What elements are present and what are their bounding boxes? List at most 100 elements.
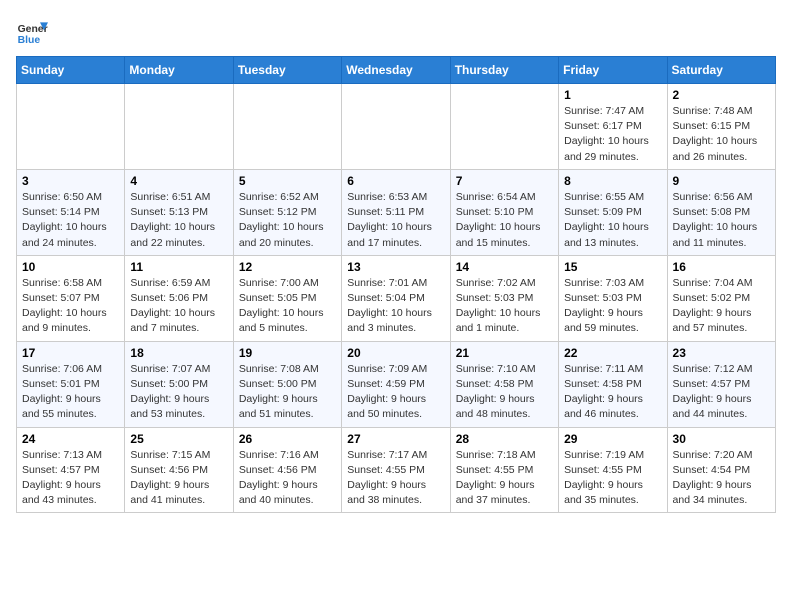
day-number: 17 (22, 346, 119, 360)
weekday-header-cell: Thursday (450, 57, 558, 84)
weekday-header-cell: Monday (125, 57, 233, 84)
day-info: Sunrise: 7:16 AMSunset: 4:56 PMDaylight:… (239, 448, 336, 509)
calendar-cell: 29 Sunrise: 7:19 AMSunset: 4:55 PMDayligh… (559, 427, 667, 513)
logo-icon: General Blue (16, 16, 48, 48)
calendar-cell: 30 Sunrise: 7:20 AMSunset: 4:54 PMDayligh… (667, 427, 775, 513)
calendar-body: 1 Sunrise: 7:47 AMSunset: 6:17 PMDaylight… (17, 84, 776, 513)
day-info: Sunrise: 6:50 AMSunset: 5:14 PMDaylight:… (22, 190, 119, 251)
day-number: 7 (456, 174, 553, 188)
calendar-cell: 26 Sunrise: 7:16 AMSunset: 4:56 PMDayligh… (233, 427, 341, 513)
day-number: 24 (22, 432, 119, 446)
day-number: 26 (239, 432, 336, 446)
calendar-cell: 17 Sunrise: 7:06 AMSunset: 5:01 PMDayligh… (17, 341, 125, 427)
day-number: 29 (564, 432, 661, 446)
day-info: Sunrise: 7:03 AMSunset: 5:03 PMDaylight:… (564, 276, 661, 337)
weekday-header-cell: Friday (559, 57, 667, 84)
calendar-cell: 12 Sunrise: 7:00 AMSunset: 5:05 PMDayligh… (233, 255, 341, 341)
weekday-header-row: SundayMondayTuesdayWednesdayThursdayFrid… (17, 57, 776, 84)
day-number: 19 (239, 346, 336, 360)
calendar-cell: 4Sunrise: 6:51 AMSunset: 5:13 PMDaylight… (125, 169, 233, 255)
calendar-cell: 5 Sunrise: 6:52 AMSunset: 5:12 PMDaylight… (233, 169, 341, 255)
day-number: 23 (673, 346, 770, 360)
day-info: Sunrise: 6:54 AMSunset: 5:10 PMDaylight:… (456, 190, 553, 251)
calendar-cell: 22 Sunrise: 7:11 AMSunset: 4:58 PMDayligh… (559, 341, 667, 427)
day-number: 16 (673, 260, 770, 274)
calendar-cell: 10 Sunrise: 6:58 AMSunset: 5:07 PMDayligh… (17, 255, 125, 341)
calendar-cell: 19 Sunrise: 7:08 AMSunset: 5:00 PMDayligh… (233, 341, 341, 427)
day-info: Sunrise: 7:19 AMSunset: 4:55 PMDaylight:… (564, 448, 661, 509)
weekday-header-cell: Saturday (667, 57, 775, 84)
day-info: Sunrise: 6:59 AMSunset: 5:06 PMDaylight:… (130, 276, 227, 337)
day-info: Sunrise: 7:47 AMSunset: 6:17 PMDaylight:… (564, 104, 661, 165)
day-info: Sunrise: 7:17 AMSunset: 4:55 PMDaylight:… (347, 448, 444, 509)
day-number: 15 (564, 260, 661, 274)
day-number: 11 (130, 260, 227, 274)
day-number: 9 (673, 174, 770, 188)
calendar-cell: 28 Sunrise: 7:18 AMSunset: 4:55 PMDayligh… (450, 427, 558, 513)
day-info: Sunrise: 7:12 AMSunset: 4:57 PMDaylight:… (673, 362, 770, 423)
day-number: 12 (239, 260, 336, 274)
weekday-header-cell: Wednesday (342, 57, 450, 84)
svg-text:Blue: Blue (18, 35, 41, 46)
calendar-cell (125, 84, 233, 170)
calendar-cell: 21 Sunrise: 7:10 AMSunset: 4:58 PMDayligh… (450, 341, 558, 427)
calendar-cell: 3Sunrise: 6:50 AMSunset: 5:14 PMDaylight… (17, 169, 125, 255)
calendar-week-row: 10 Sunrise: 6:58 AMSunset: 5:07 PMDayligh… (17, 255, 776, 341)
logo: General Blue (16, 16, 48, 48)
calendar-cell (450, 84, 558, 170)
calendar-cell: 27 Sunrise: 7:17 AMSunset: 4:55 PMDayligh… (342, 427, 450, 513)
day-info: Sunrise: 7:06 AMSunset: 5:01 PMDaylight:… (22, 362, 119, 423)
calendar-cell: 2 Sunrise: 7:48 AMSunset: 6:15 PMDaylight… (667, 84, 775, 170)
calendar-week-row: 24 Sunrise: 7:13 AMSunset: 4:57 PMDayligh… (17, 427, 776, 513)
day-number: 25 (130, 432, 227, 446)
calendar-cell: 9 Sunrise: 6:56 AMSunset: 5:08 PMDaylight… (667, 169, 775, 255)
day-info: Sunrise: 6:55 AMSunset: 5:09 PMDaylight:… (564, 190, 661, 251)
calendar-cell (342, 84, 450, 170)
day-info: Sunrise: 7:09 AMSunset: 4:59 PMDaylight:… (347, 362, 444, 423)
calendar-cell: 6Sunrise: 6:53 AMSunset: 5:11 PMDaylight… (342, 169, 450, 255)
day-number: 10 (22, 260, 119, 274)
page-header: General Blue (16, 16, 776, 48)
calendar-week-row: 17 Sunrise: 7:06 AMSunset: 5:01 PMDayligh… (17, 341, 776, 427)
day-number: 28 (456, 432, 553, 446)
day-number: 8 (564, 174, 661, 188)
day-info: Sunrise: 6:58 AMSunset: 5:07 PMDaylight:… (22, 276, 119, 337)
day-info: Sunrise: 7:11 AMSunset: 4:58 PMDaylight:… (564, 362, 661, 423)
day-number: 6 (347, 174, 444, 188)
calendar-cell: 1 Sunrise: 7:47 AMSunset: 6:17 PMDaylight… (559, 84, 667, 170)
calendar-table: SundayMondayTuesdayWednesdayThursdayFrid… (16, 56, 776, 513)
calendar-cell: 8 Sunrise: 6:55 AMSunset: 5:09 PMDaylight… (559, 169, 667, 255)
calendar-cell: 15 Sunrise: 7:03 AMSunset: 5:03 PMDayligh… (559, 255, 667, 341)
calendar-cell: 25 Sunrise: 7:15 AMSunset: 4:56 PMDayligh… (125, 427, 233, 513)
day-number: 22 (564, 346, 661, 360)
calendar-cell (233, 84, 341, 170)
day-info: Sunrise: 7:13 AMSunset: 4:57 PMDaylight:… (22, 448, 119, 509)
weekday-header-cell: Sunday (17, 57, 125, 84)
day-number: 2 (673, 88, 770, 102)
day-info: Sunrise: 7:15 AMSunset: 4:56 PMDaylight:… (130, 448, 227, 509)
day-number: 30 (673, 432, 770, 446)
day-number: 21 (456, 346, 553, 360)
day-number: 14 (456, 260, 553, 274)
day-info: Sunrise: 7:07 AMSunset: 5:00 PMDaylight:… (130, 362, 227, 423)
calendar-cell: 11 Sunrise: 6:59 AMSunset: 5:06 PMDayligh… (125, 255, 233, 341)
day-number: 13 (347, 260, 444, 274)
day-number: 1 (564, 88, 661, 102)
calendar-cell: 20 Sunrise: 7:09 AMSunset: 4:59 PMDayligh… (342, 341, 450, 427)
calendar-week-row: 3Sunrise: 6:50 AMSunset: 5:14 PMDaylight… (17, 169, 776, 255)
day-info: Sunrise: 6:56 AMSunset: 5:08 PMDaylight:… (673, 190, 770, 251)
day-number: 5 (239, 174, 336, 188)
day-number: 27 (347, 432, 444, 446)
day-info: Sunrise: 7:10 AMSunset: 4:58 PMDaylight:… (456, 362, 553, 423)
day-info: Sunrise: 7:08 AMSunset: 5:00 PMDaylight:… (239, 362, 336, 423)
day-info: Sunrise: 6:52 AMSunset: 5:12 PMDaylight:… (239, 190, 336, 251)
day-info: Sunrise: 7:01 AMSunset: 5:04 PMDaylight:… (347, 276, 444, 337)
day-info: Sunrise: 7:18 AMSunset: 4:55 PMDaylight:… (456, 448, 553, 509)
calendar-cell: 13 Sunrise: 7:01 AMSunset: 5:04 PMDayligh… (342, 255, 450, 341)
day-info: Sunrise: 7:48 AMSunset: 6:15 PMDaylight:… (673, 104, 770, 165)
day-number: 20 (347, 346, 444, 360)
calendar-cell: 24 Sunrise: 7:13 AMSunset: 4:57 PMDayligh… (17, 427, 125, 513)
calendar-week-row: 1 Sunrise: 7:47 AMSunset: 6:17 PMDaylight… (17, 84, 776, 170)
day-info: Sunrise: 7:00 AMSunset: 5:05 PMDaylight:… (239, 276, 336, 337)
day-info: Sunrise: 7:20 AMSunset: 4:54 PMDaylight:… (673, 448, 770, 509)
